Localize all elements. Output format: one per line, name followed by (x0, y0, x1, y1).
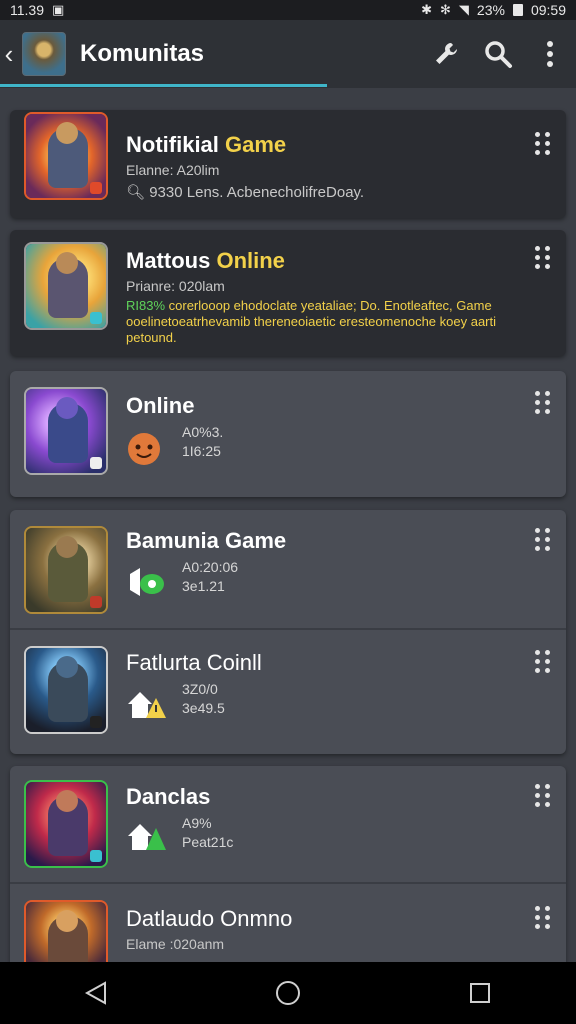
item-description: RI83% corerlooop ehodoclate yeataliae; D… (126, 298, 497, 345)
home-up-icon (126, 820, 166, 856)
drag-handle-icon[interactable] (534, 132, 552, 156)
back-icon[interactable]: ‹ (0, 20, 18, 88)
item-subtitle: Prianre: 020lam (126, 278, 225, 294)
page-title: Komunitas (80, 40, 205, 67)
system-nav-bar (0, 962, 576, 1024)
drag-handle-icon[interactable] (534, 528, 552, 552)
drag-handle-icon[interactable] (534, 784, 552, 808)
back-nav-icon[interactable] (66, 963, 126, 1023)
search-icon[interactable] (472, 28, 524, 80)
home-warning-icon (126, 688, 166, 724)
battery-icon (512, 4, 523, 16)
chat-icon (126, 566, 166, 602)
vibrate-icon: ✻ (440, 2, 451, 17)
game-thumbnail (24, 387, 108, 475)
wifi-icon: ◥ (458, 2, 469, 17)
list-item[interactable]: Bamunia Game A0:20:06 3e1.21 Fatlurta Co… (10, 510, 566, 754)
divider (10, 628, 566, 630)
drag-handle-icon[interactable] (534, 906, 552, 930)
game-thumbnail (24, 780, 108, 868)
community-avatar (22, 32, 66, 76)
recents-nav-icon[interactable] (450, 963, 510, 1023)
item-title: Bamunia Game (126, 528, 287, 553)
drag-handle-icon[interactable] (534, 246, 552, 270)
battery-percent: 23% (476, 2, 505, 18)
list-item[interactable]: Danclas A9% Peat21c Datlaudo Onmno Elame… (10, 766, 566, 976)
drag-handle-icon[interactable] (534, 650, 552, 674)
app-bar: ‹ Komunitas (0, 20, 576, 88)
status-clock: 09:59 (530, 2, 566, 18)
item-meta: 🔍︎ 9330 Lens. AcbenecholifreDoay. (126, 184, 365, 201)
item-title: Online (126, 393, 195, 418)
game-thumbnail (24, 242, 108, 330)
notification-icon: ▣ (52, 2, 65, 17)
overflow-menu-icon[interactable] (524, 28, 576, 80)
game-thumbnail (24, 526, 108, 614)
item-title: Fatlurta Coinll (126, 650, 262, 675)
home-nav-icon[interactable] (258, 963, 318, 1023)
game-thumbnail (24, 112, 108, 200)
status-time: 11.39 (10, 2, 44, 18)
list-item[interactable]: Notifikial Game Elanne: A20lim 🔍︎ 9330 L… (10, 110, 566, 218)
game-thumbnail (24, 646, 108, 734)
item-stats: A9% Peat21c (182, 815, 234, 850)
wrench-icon[interactable] (420, 28, 472, 80)
item-stats: A0%3. 1I6:25 (182, 424, 224, 459)
list-item[interactable]: Mattous Online Prianre: 020lam RI83% cor… (10, 230, 566, 356)
item-title: Danclas (126, 784, 211, 809)
status-bar: 11.39 ▣ ✱ ✻ ◥ 23% 09:59 (0, 0, 576, 20)
game-thumbnail (24, 900, 108, 970)
list-item[interactable]: Online A0%3. 1I6:25 (10, 371, 566, 497)
mascot-icon (126, 431, 166, 467)
item-title: Notifikial Game (126, 132, 287, 157)
drag-handle-icon[interactable] (534, 391, 552, 415)
divider (10, 882, 566, 884)
item-subtitle: Elame :020anm (126, 936, 225, 952)
tab-indicator (0, 84, 327, 87)
item-title: Datlaudo Onmno (126, 906, 293, 931)
item-stats: 3Z0/0 3e49.5 (182, 681, 225, 716)
item-stats: A0:20:06 3e1.21 (182, 559, 239, 594)
item-title: Mattous Online (126, 248, 285, 273)
search-small-icon: 🔍︎ (126, 184, 146, 201)
bluetooth-icon: ✱ (421, 2, 433, 17)
item-subtitle: Elanne: A20lim (126, 162, 220, 178)
